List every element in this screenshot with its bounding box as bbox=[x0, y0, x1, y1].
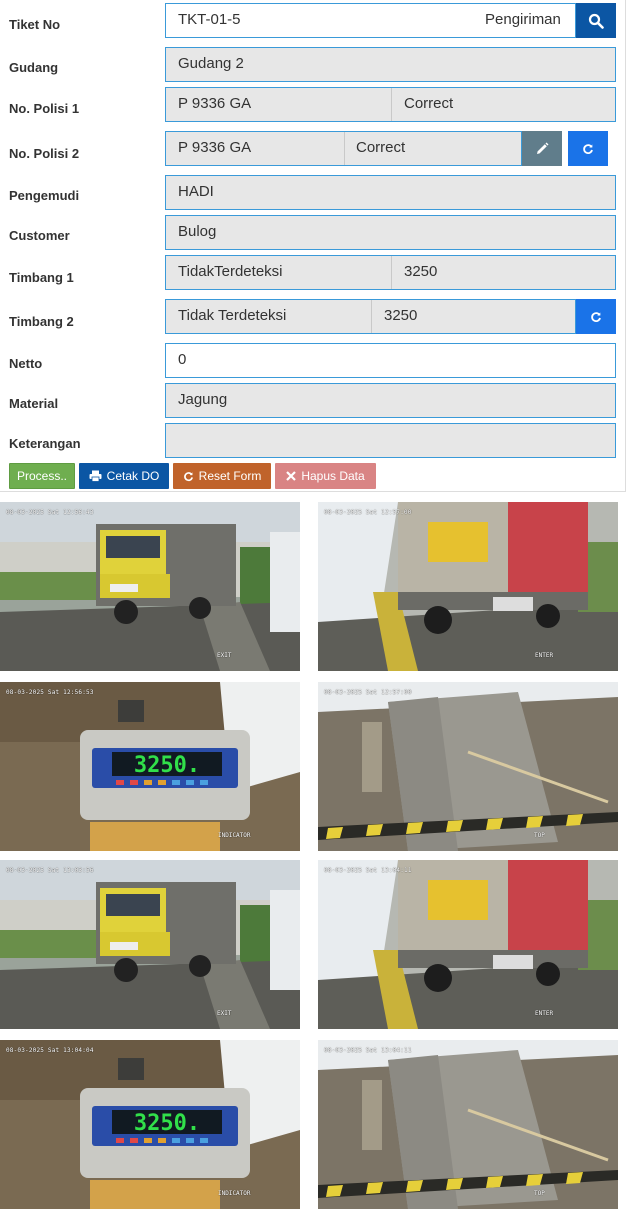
process-button[interactable]: Process.. bbox=[9, 463, 75, 489]
refresh-timbang-button[interactable] bbox=[576, 299, 616, 334]
netto-value: 0 bbox=[178, 351, 187, 368]
refresh-icon bbox=[183, 471, 193, 481]
polisi-1-field[interactable]: P 9336 GA Correct bbox=[165, 87, 616, 122]
camera-image bbox=[318, 682, 618, 851]
camera-label: ENTER bbox=[535, 652, 554, 659]
camera-image bbox=[0, 502, 300, 671]
camera-snapshot-top[interactable]: 08-03-2025 Sat 12:57:00 TOP bbox=[318, 682, 618, 851]
search-button[interactable] bbox=[576, 3, 616, 38]
timbang-1-status: TidakTerdeteksi bbox=[178, 263, 283, 280]
camera-label: TOP bbox=[534, 1190, 545, 1197]
refresh-polisi-button[interactable] bbox=[568, 131, 608, 166]
camera-timestamp: 08-03-2025 Sat 12:57:00 bbox=[324, 509, 412, 516]
search-icon bbox=[588, 13, 604, 29]
keterangan-field[interactable] bbox=[165, 423, 616, 458]
label-timbang-2: Timbang 2 bbox=[9, 314, 74, 329]
cetak-do-button[interactable]: Cetak DO bbox=[79, 463, 169, 489]
camera-timestamp: 08-03-2025 Sat 12:56:43 bbox=[6, 509, 94, 516]
polisi-2-value: P 9336 GA bbox=[178, 139, 252, 156]
polisi-1-status: Correct bbox=[404, 95, 454, 112]
tiket-no-value: TKT-01-5 bbox=[178, 11, 241, 28]
timbang-2-weight: 3250 bbox=[384, 307, 418, 324]
camera-label: EXIT bbox=[217, 1010, 232, 1017]
close-icon bbox=[286, 471, 297, 481]
label-netto: Netto bbox=[9, 356, 43, 371]
tiket-no-field[interactable]: TKT-01-5 Pengiriman bbox=[165, 3, 576, 38]
polisi-2-status: Correct bbox=[356, 139, 406, 156]
label-polisi-1: No. Polisi 1 bbox=[9, 101, 80, 116]
camera-image bbox=[0, 860, 300, 1029]
camera-label: EXIT bbox=[217, 652, 232, 659]
refresh-icon bbox=[591, 311, 601, 322]
label-timbang-1: Timbang 1 bbox=[9, 270, 74, 285]
camera-image bbox=[318, 502, 618, 671]
process-label: Process.. bbox=[16, 469, 67, 483]
reset-form-label: Reset Form bbox=[198, 469, 262, 483]
camera-timestamp: 08-03-2025 Sat 13:03:56 bbox=[6, 867, 94, 874]
label-keterangan: Keterangan bbox=[9, 436, 81, 451]
edit-polisi-button[interactable] bbox=[522, 131, 562, 166]
label-gudang: Gudang bbox=[9, 60, 59, 75]
tiket-type-value: Pengiriman bbox=[485, 11, 561, 28]
camera-label: ENTER bbox=[535, 1010, 554, 1017]
polisi-1-value: P 9336 GA bbox=[178, 95, 252, 112]
gudang-field[interactable]: Gudang 2 bbox=[165, 47, 616, 82]
camera-label: TOP bbox=[534, 832, 545, 839]
timbang-1-field[interactable]: TidakTerdeteksi 3250 bbox=[165, 255, 616, 290]
indicator-display-value: 3250. bbox=[134, 753, 200, 778]
refresh-icon bbox=[583, 143, 593, 154]
camera-image bbox=[318, 860, 618, 1029]
printer-icon bbox=[89, 470, 102, 482]
customer-field[interactable]: Bulog bbox=[165, 215, 616, 250]
camera-timestamp: 08-03-2025 Sat 12:57:00 bbox=[324, 689, 412, 696]
camera-timestamp: 08-03-2025 Sat 13:04:11 bbox=[324, 867, 412, 874]
netto-field[interactable]: 0 bbox=[165, 343, 616, 378]
camera-timestamp: 08-03-2025 Sat 13:04:11 bbox=[324, 1047, 412, 1054]
timbang-2-field[interactable]: Tidak Terdeteksi 3250 bbox=[165, 299, 576, 334]
material-value: Jagung bbox=[178, 391, 228, 408]
hapus-data-label: Hapus Data bbox=[301, 469, 365, 483]
label-material: Material bbox=[9, 396, 59, 411]
camera-image bbox=[318, 1040, 618, 1209]
customer-value: Bulog bbox=[178, 223, 217, 240]
camera-image: 3250. bbox=[0, 1040, 300, 1209]
polisi-2-field[interactable]: P 9336 GA Correct bbox=[165, 131, 522, 166]
label-customer: Customer bbox=[9, 228, 70, 243]
camera-snapshot-top[interactable]: 08-03-2025 Sat 13:04:11 TOP bbox=[318, 1040, 618, 1209]
camera-snapshot-exit[interactable]: 08-03-2025 Sat 13:03:56 EXIT bbox=[0, 860, 300, 1029]
gudang-value: Gudang 2 bbox=[178, 55, 244, 72]
camera-snapshot-enter[interactable]: 08-03-2025 Sat 12:57:00 ENTER bbox=[318, 502, 618, 671]
timbang-2-status: Tidak Terdeteksi bbox=[178, 307, 287, 324]
camera-timestamp: 08-03-2025 Sat 12:56:53 bbox=[6, 689, 94, 696]
pengemudi-value: HADI bbox=[178, 183, 214, 200]
camera-label: INDICATOR bbox=[218, 1190, 251, 1197]
reset-form-button[interactable]: Reset Form bbox=[173, 463, 271, 489]
weighbridge-form: Tiket No TKT-01-5 Pengiriman Gudang Guda… bbox=[0, 0, 626, 492]
timbang-1-weight: 3250 bbox=[404, 263, 438, 280]
label-polisi-2: No. Polisi 2 bbox=[9, 146, 80, 161]
camera-snapshot-exit[interactable]: 08-03-2025 Sat 12:56:43 EXIT bbox=[0, 502, 300, 671]
cetak-do-label: Cetak DO bbox=[106, 469, 160, 483]
label-pengemudi: Pengemudi bbox=[9, 188, 80, 203]
camera-snapshot-indicator[interactable]: 3250. 08-03-2025 Sat 13:04:04 INDICATOR bbox=[0, 1040, 300, 1209]
material-field[interactable]: Jagung bbox=[165, 383, 616, 418]
pencil-icon bbox=[537, 142, 549, 154]
camera-image: 3250. bbox=[0, 682, 300, 851]
label-tiket-no: Tiket No bbox=[9, 17, 61, 32]
camera-label: INDICATOR bbox=[218, 832, 251, 839]
camera-timestamp: 08-03-2025 Sat 13:04:04 bbox=[6, 1047, 94, 1054]
camera-snapshot-indicator[interactable]: 3250. 08-03-2025 Sat 12:56:53 INDICATOR bbox=[0, 682, 300, 851]
pengemudi-field[interactable]: HADI bbox=[165, 175, 616, 210]
indicator-display-value: 3250. bbox=[134, 1111, 200, 1136]
hapus-data-button[interactable]: Hapus Data bbox=[275, 463, 376, 489]
camera-snapshot-enter[interactable]: 08-03-2025 Sat 13:04:11 ENTER bbox=[318, 860, 618, 1029]
